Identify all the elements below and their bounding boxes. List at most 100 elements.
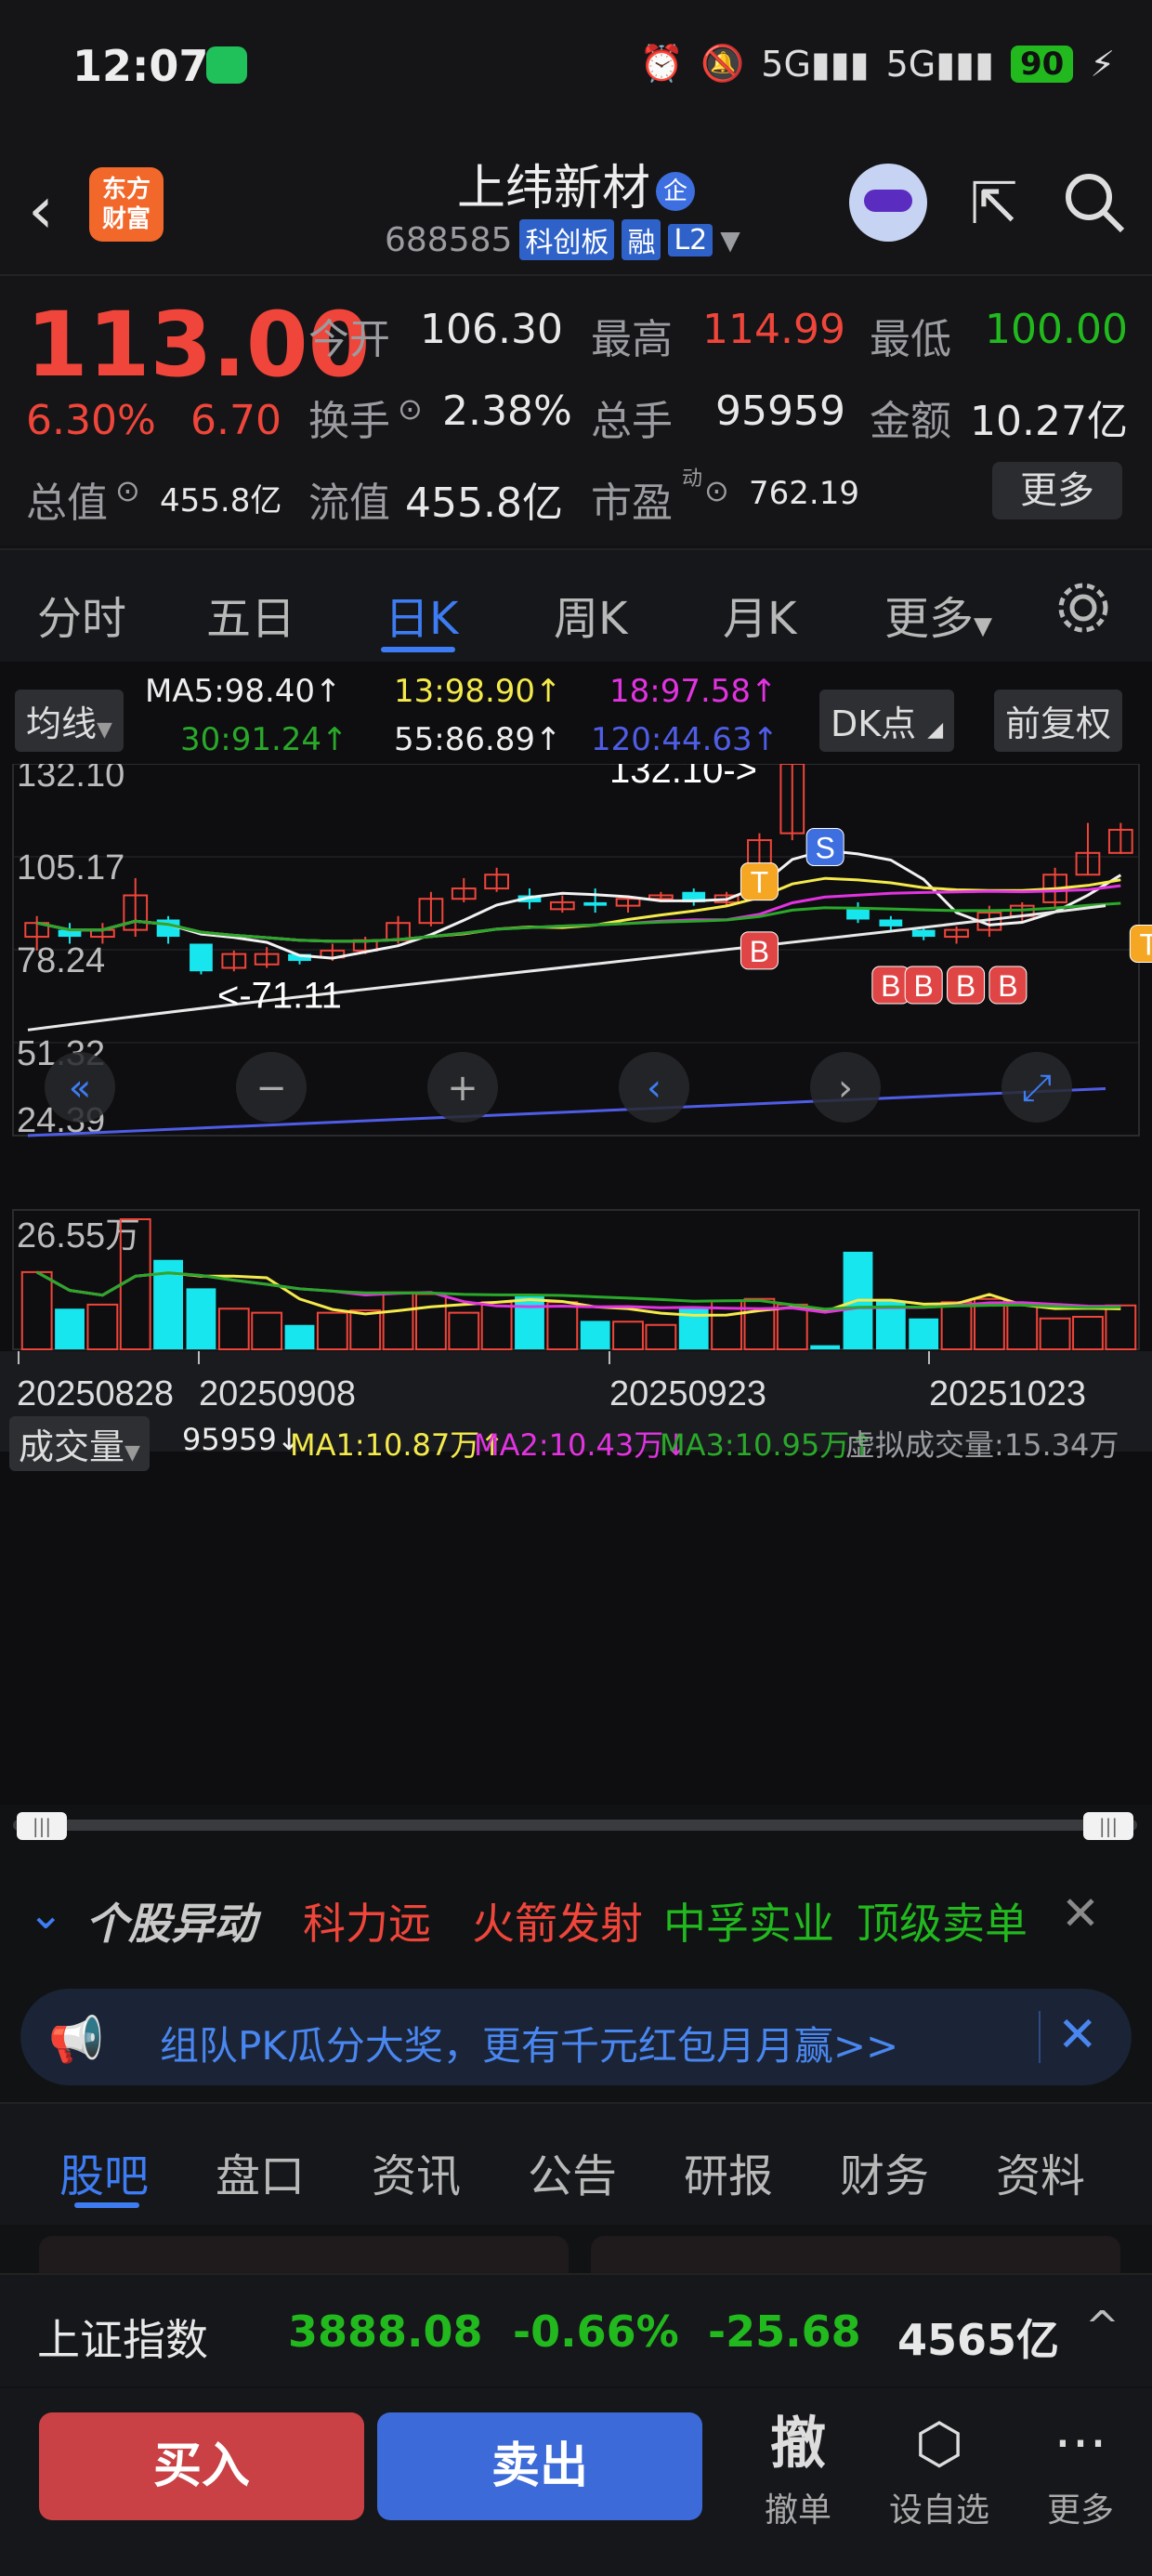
assistant-robot-icon[interactable] — [849, 164, 928, 242]
volume-bar — [940, 1301, 973, 1350]
ma-toggle[interactable]: 均线▼ — [15, 690, 124, 752]
tab-profile[interactable]: 资料 — [996, 2139, 1085, 2204]
signal-icon: 5G▮▮▮ — [761, 43, 870, 85]
caret-icon: ◢ — [927, 718, 944, 742]
tab-daily-k[interactable]: 日K — [385, 582, 458, 647]
pe-value: 762.19 — [749, 475, 859, 512]
volume-max-label: 26.55万 — [17, 1216, 140, 1255]
active-tab-indicator — [381, 647, 455, 652]
tab-5day[interactable]: 五日 — [206, 582, 295, 647]
volume-bar — [316, 1311, 348, 1350]
volume-bar — [645, 1323, 677, 1350]
ma120-value: 120:44.63↑ — [591, 721, 779, 758]
ma120-line — [27, 1086, 1106, 1137]
anomaly-item[interactable]: 火箭发射 — [472, 1890, 643, 1952]
anomaly-item[interactable]: 中孚实业 — [663, 1890, 834, 1952]
kline-chart-area: 均线▼ MA5:98.40↑ 13:98.90↑ 18:97.58↑ 30:91… — [0, 662, 1152, 1805]
tab-research[interactable]: 研报 — [684, 2139, 773, 2204]
ma5-line — [36, 848, 1122, 960]
close-banner-icon[interactable]: ✕ — [1057, 2007, 1098, 2063]
chart-nav-icon: « — [69, 1067, 91, 1110]
candle-body — [190, 943, 213, 972]
cancel-icon: 撤 — [770, 2412, 826, 2477]
signal2-icon: 5G▮▮▮ — [885, 43, 994, 85]
volume-indicator-toggle[interactable]: 成交量▼ — [9, 1416, 150, 1471]
adjust-toggle[interactable]: 前复权 — [994, 690, 1123, 752]
change-percent: 6.30% — [26, 397, 156, 444]
share-icon[interactable]: ⇱ — [970, 169, 1018, 237]
add-watchlist-button[interactable]: ⬡ 设自选 — [879, 2405, 1000, 2531]
volume-bar — [349, 1309, 382, 1350]
tab-monthly-k[interactable]: 月K — [723, 582, 796, 647]
tab-pankou[interactable]: 盘口 — [216, 2139, 305, 2204]
mktcap-label: 总值 — [26, 480, 108, 527]
charging-icon: ⚡ — [1090, 43, 1115, 85]
y-tick-label: 78.24 — [17, 941, 105, 980]
caret-down-icon: ▼ — [97, 718, 112, 742]
megaphone-icon: 📢 — [48, 2014, 104, 2066]
search-icon[interactable] — [1061, 169, 1128, 236]
anomaly-item[interactable]: 科力远 — [303, 1890, 431, 1952]
range-handle-left[interactable]: ||| — [17, 1812, 67, 1840]
tag-margin: 融 — [622, 219, 661, 260]
high-annotation: 132.10-> — [609, 764, 757, 791]
banner-text: 组队PK瓜分大奖，更有千元红包月月赢>> — [160, 2023, 899, 2069]
volume-bar — [284, 1324, 315, 1349]
promo-banner[interactable]: 📢 组队PK瓜分大奖，更有千元红包月月赢>> ✕ — [20, 1989, 1132, 2085]
tab-minute[interactable]: 分时 — [37, 582, 126, 647]
vol-ma3: MA3:10.95万↑ — [660, 1427, 875, 1463]
pe-label: 市盈 — [591, 480, 673, 527]
stock-anomaly-row: ⌄ 个股异动 科力远 火箭发射 中孚实业 顶级卖单 ✕ — [0, 1868, 1152, 1961]
volume-bar — [415, 1293, 447, 1350]
tab-finance[interactable]: 财务 — [840, 2139, 929, 2204]
volume-bar — [217, 1308, 250, 1350]
volume-bar — [776, 1303, 808, 1350]
market-index-bar[interactable]: 上证指数 3888.08 -0.66% -25.68 4565亿 ^ — [0, 2273, 1152, 2386]
candle-body — [879, 919, 903, 927]
cancel-order-button[interactable]: 撤 撤单 — [738, 2405, 858, 2531]
tab-news[interactable]: 资讯 — [372, 2139, 461, 2204]
anomaly-item[interactable]: 顶级卖单 — [857, 1890, 1028, 1952]
wechat-icon — [206, 46, 247, 84]
settings-gear-icon[interactable] — [1054, 578, 1113, 637]
kline-svg[interactable]: 132.10105.1778.2451.3224.39132.10-><-71.… — [0, 764, 1152, 1805]
volume-bar — [1072, 1316, 1104, 1350]
low-value: 100.00 — [985, 306, 1128, 353]
hexagon-settings-icon: ⬡ — [914, 2412, 964, 2477]
volume-bar — [20, 1270, 53, 1350]
stock-subtitle[interactable]: 688585 科创板 融 L2 ▼ — [385, 219, 740, 260]
more-button[interactable]: 更多 — [992, 462, 1122, 519]
y-tick-label: 132.10 — [17, 764, 124, 795]
enterprise-badge: 企 — [656, 172, 695, 211]
info-icon[interactable]: ⊙ — [704, 473, 729, 508]
sell-button[interactable]: 卖出 — [377, 2412, 702, 2520]
tab-guba[interactable]: 股吧 — [59, 2139, 149, 2204]
close-icon[interactable]: ✕ — [1061, 1886, 1100, 1940]
dk-point-toggle[interactable]: DK点 ◢ — [819, 690, 955, 752]
index-pct: -0.66% — [513, 2307, 679, 2357]
volume-bar — [55, 1308, 85, 1349]
range-scrollbar[interactable] — [13, 1820, 1137, 1831]
alarm-icon: ⏰ — [639, 43, 684, 84]
open-value: 106.30 — [420, 306, 563, 353]
divider — [1039, 2011, 1041, 2063]
expand-chevron-icon[interactable]: ⌄ — [28, 1888, 64, 1939]
float-value: 455.8亿 — [405, 480, 563, 527]
more-actions-button[interactable]: ··· 更多 — [1020, 2405, 1141, 2531]
amount-value: 10.27亿 — [970, 398, 1128, 445]
range-handle-right[interactable]: ||| — [1083, 1812, 1133, 1840]
vol-ma2: MA2:10.43万↓ — [474, 1427, 689, 1463]
stock-name: 上纬新材 — [456, 161, 650, 217]
clock: 12:07 — [72, 41, 209, 91]
tab-weekly-k[interactable]: 周K — [554, 582, 627, 647]
ma30-value: 30:91.24↑ — [180, 721, 348, 758]
tab-more[interactable]: 更多▼ — [884, 582, 992, 647]
chevron-up-icon[interactable]: ^ — [1085, 2303, 1119, 2350]
tab-announcement[interactable]: 公告 — [528, 2139, 617, 2204]
buy-button[interactable]: 买入 — [39, 2412, 364, 2520]
chart-nav-icon: − — [255, 1067, 287, 1110]
ma55-value: 55:86.89↑ — [394, 721, 562, 758]
info-icon[interactable]: ⊙ — [115, 473, 140, 508]
amount-label: 金额 — [870, 398, 951, 445]
info-icon[interactable]: ⊙ — [398, 391, 423, 427]
